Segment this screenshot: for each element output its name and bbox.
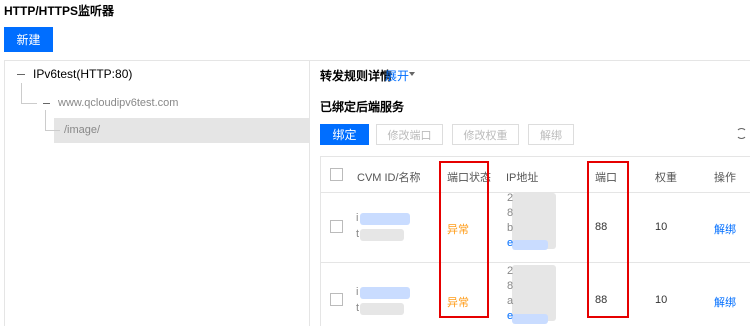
row-checkbox[interactable]: [330, 293, 343, 306]
cvm-name-prefix: t: [356, 302, 360, 314]
ip-line: 8: [507, 280, 514, 292]
column-header-action: 操作: [714, 172, 736, 184]
unbind-button[interactable]: 解绑: [528, 124, 574, 145]
column-header-weight: 权重: [655, 172, 677, 184]
rule-expand-link[interactable]: 展开: [385, 67, 409, 84]
weight-value: 10: [655, 221, 668, 233]
bind-button[interactable]: 绑定: [320, 124, 369, 145]
tree-connector: [45, 130, 60, 131]
table-row-divider: [320, 262, 750, 263]
unbind-link[interactable]: 解绑: [714, 221, 736, 237]
cvm-id-prefix: i: [356, 212, 359, 224]
column-header-cvm: CVM ID/名称: [357, 172, 421, 184]
tree-path-node[interactable]: /image/: [64, 124, 100, 136]
cvm-name: [360, 303, 404, 315]
cvm-name: [360, 229, 404, 241]
ip-line-link[interactable]: e: [507, 310, 513, 322]
tree-connector: [21, 103, 37, 104]
page-title: HTTP/HTTPS监听器: [4, 4, 114, 18]
chevron-down-icon[interactable]: [409, 72, 415, 76]
cvm-name-prefix: t: [356, 228, 360, 240]
ip-line: a: [507, 295, 514, 307]
cvm-id-link[interactable]: [360, 213, 410, 225]
tree-root-listener[interactable]: IPv6test(HTTP:80): [33, 67, 132, 81]
ip-line: b: [507, 222, 514, 234]
tree-connector: [45, 110, 46, 130]
ip-address-link[interactable]: [512, 314, 548, 324]
cvm-id-prefix: i: [356, 286, 359, 298]
port-status-highlight-box: [439, 161, 489, 318]
tree-collapse-icon[interactable]: [17, 74, 25, 75]
select-all-checkbox[interactable]: [330, 168, 343, 181]
ip-line-link[interactable]: e: [507, 237, 513, 249]
tree-collapse-icon[interactable]: [43, 103, 50, 104]
modify-port-button[interactable]: 修改端口: [376, 124, 443, 145]
row-checkbox[interactable]: [330, 220, 343, 233]
weight-value: 10: [655, 294, 668, 306]
ip-address-blurred: [512, 265, 556, 321]
tree-domain-node[interactable]: www.qcloudipv6test.com: [58, 97, 178, 109]
ip-line: 2: [507, 192, 514, 204]
refresh-icon[interactable]: [736, 128, 747, 139]
ip-line: 2: [507, 265, 514, 277]
bound-services-label: 已绑定后端服务: [320, 100, 405, 114]
ip-line: 8: [507, 207, 514, 219]
rule-detail-label: 转发规则详情: [320, 69, 393, 83]
column-header-ip: IP地址: [506, 172, 539, 184]
modify-weight-button[interactable]: 修改权重: [452, 124, 519, 145]
ip-address-link[interactable]: [512, 240, 548, 250]
cvm-id-link[interactable]: [360, 287, 410, 299]
port-highlight-box: [587, 161, 629, 318]
new-button[interactable]: 新建: [4, 27, 53, 52]
unbind-link[interactable]: 解绑: [714, 294, 736, 310]
tree-connector: [21, 83, 22, 103]
